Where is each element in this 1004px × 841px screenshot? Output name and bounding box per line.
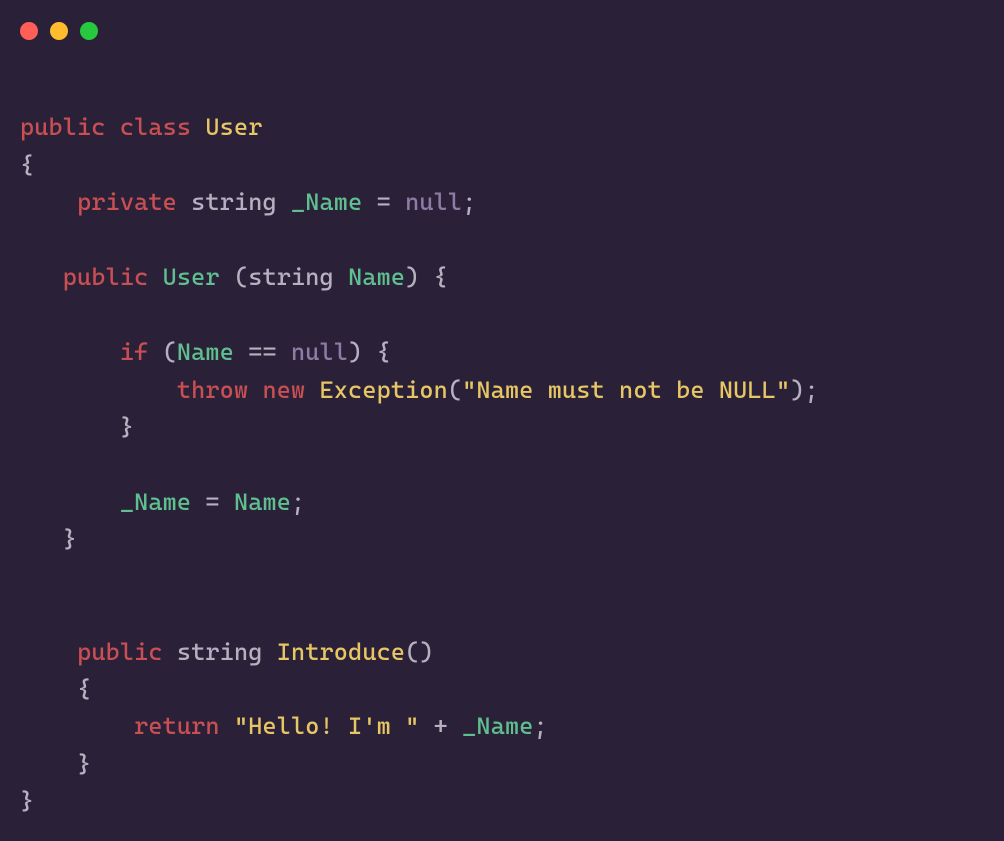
code-line: } bbox=[20, 413, 134, 441]
string-literal: "Hello! I'm " bbox=[234, 712, 419, 740]
constructor-name: User bbox=[163, 263, 220, 291]
literal-null: null bbox=[405, 188, 462, 216]
code-line: if (Name == null) { bbox=[20, 338, 391, 366]
maximize-icon[interactable] bbox=[80, 22, 98, 40]
paren-open: ( bbox=[405, 638, 419, 666]
code-line: public class User bbox=[20, 113, 262, 141]
brace-close: } bbox=[77, 750, 91, 778]
close-icon[interactable] bbox=[20, 22, 38, 40]
exception-type: Exception bbox=[320, 376, 448, 404]
code-line: } bbox=[20, 787, 34, 815]
param-name: Name bbox=[348, 263, 405, 291]
type-string: string bbox=[177, 638, 263, 666]
type-string: string bbox=[191, 188, 277, 216]
keyword-class: class bbox=[120, 113, 191, 141]
minimize-icon[interactable] bbox=[50, 22, 68, 40]
keyword-if: if bbox=[120, 338, 149, 366]
keyword-return: return bbox=[134, 712, 220, 740]
code-line: } bbox=[20, 750, 91, 778]
keyword-new: new bbox=[262, 376, 305, 404]
keyword-throw: throw bbox=[177, 376, 248, 404]
string-literal: "Name must not be NULL" bbox=[462, 376, 790, 404]
semicolon: ; bbox=[804, 376, 818, 404]
paren-close: ) bbox=[790, 376, 804, 404]
code-editor: public class User { private string _Name… bbox=[0, 48, 1004, 841]
keyword-public: public bbox=[20, 113, 106, 141]
paren-open: ( bbox=[448, 376, 462, 404]
field-name: _Name bbox=[120, 488, 191, 516]
field-name: _Name bbox=[291, 188, 362, 216]
paren-close: ) bbox=[348, 338, 362, 366]
paren-open: ( bbox=[163, 338, 177, 366]
operator-eq: = bbox=[377, 188, 391, 216]
brace-open: { bbox=[77, 675, 91, 703]
identifier: Name bbox=[234, 488, 291, 516]
field-name: _Name bbox=[462, 712, 533, 740]
brace-open: { bbox=[20, 151, 34, 179]
code-line: { bbox=[20, 151, 34, 179]
paren-close: ) bbox=[405, 263, 419, 291]
brace-close: } bbox=[120, 413, 134, 441]
semicolon: ; bbox=[462, 188, 476, 216]
semicolon: ; bbox=[533, 712, 547, 740]
paren-open: ( bbox=[234, 263, 248, 291]
code-line: _Name = Name; bbox=[20, 488, 305, 516]
keyword-public: public bbox=[77, 638, 163, 666]
code-line: return "Hello! I'm " + _Name; bbox=[20, 712, 548, 740]
brace-open: { bbox=[377, 338, 391, 366]
operator-plus: + bbox=[434, 712, 448, 740]
window-titlebar bbox=[0, 0, 1004, 48]
keyword-private: private bbox=[77, 188, 177, 216]
brace-close: } bbox=[63, 525, 77, 553]
literal-null: null bbox=[291, 338, 348, 366]
brace-close: } bbox=[20, 787, 34, 815]
code-line: public User (string Name) { bbox=[20, 263, 448, 291]
code-line: private string _Name = null; bbox=[20, 188, 476, 216]
method-name: Introduce bbox=[277, 638, 405, 666]
identifier: Name bbox=[177, 338, 234, 366]
operator-eqeq: == bbox=[248, 338, 277, 366]
code-line: { bbox=[20, 675, 91, 703]
operator-eq: = bbox=[205, 488, 219, 516]
semicolon: ; bbox=[291, 488, 305, 516]
code-line: throw new Exception("Name must not be NU… bbox=[20, 376, 819, 404]
code-line: public string Introduce() bbox=[20, 638, 434, 666]
keyword-public: public bbox=[63, 263, 149, 291]
class-name: User bbox=[205, 113, 262, 141]
paren-close: ) bbox=[419, 638, 433, 666]
brace-open: { bbox=[434, 263, 448, 291]
type-string: string bbox=[248, 263, 334, 291]
code-line: } bbox=[20, 525, 77, 553]
